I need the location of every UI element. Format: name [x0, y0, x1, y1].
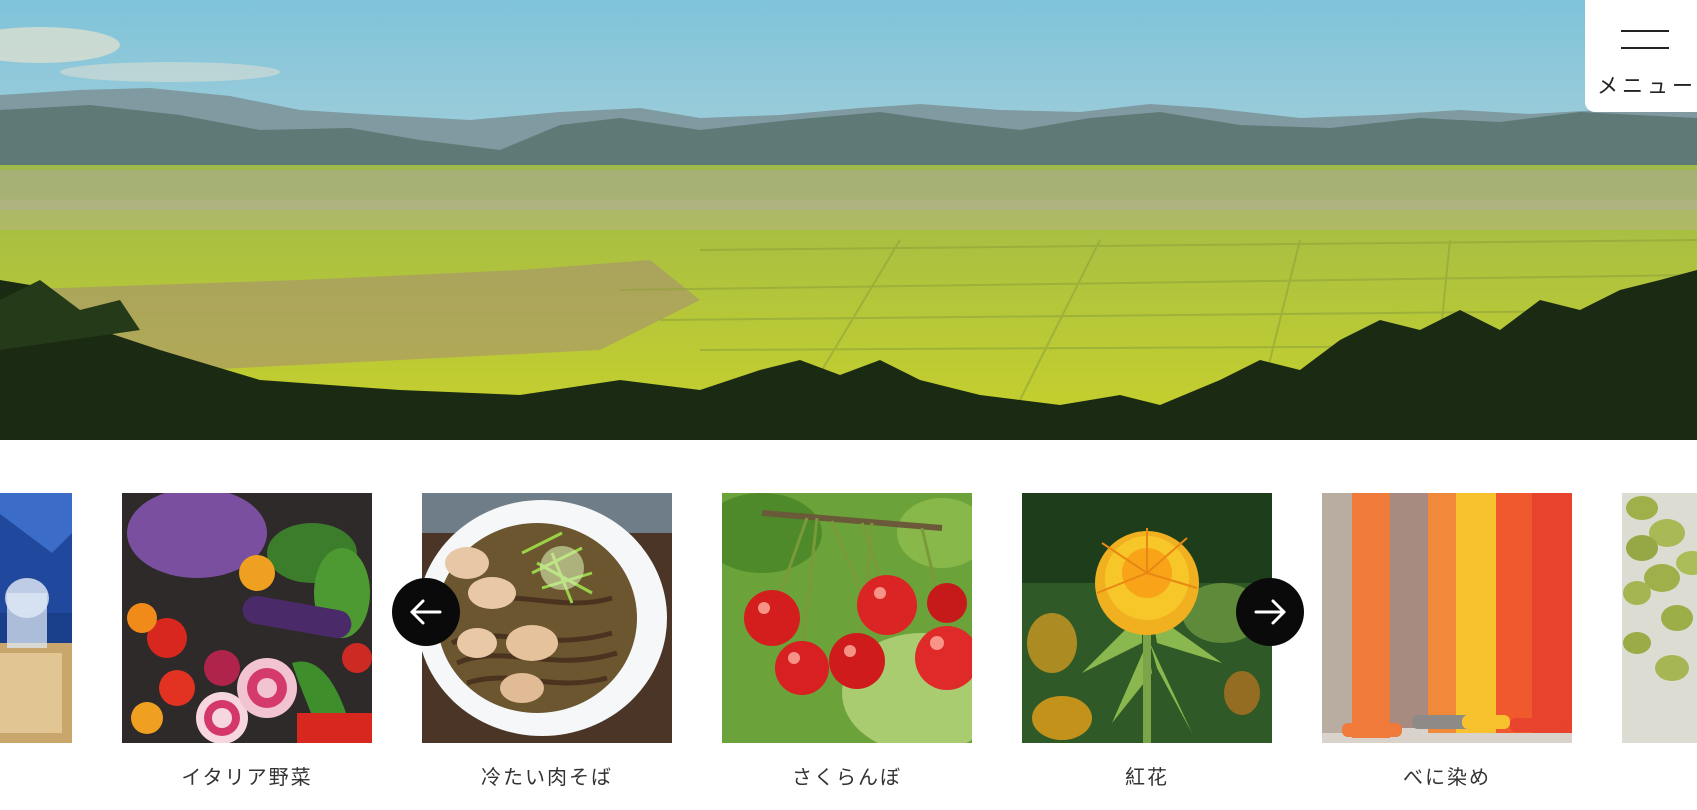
carousel-slide-sake[interactable] — [0, 493, 72, 761]
carousel: イタリア野菜 冷たい肉そば さくらんぼ 紅花 べに染め — [0, 440, 1697, 810]
carousel-next-button[interactable] — [1236, 578, 1304, 646]
menu-button[interactable]: メニュー — [1585, 0, 1697, 112]
slide-label: 冷たい肉そば — [481, 765, 613, 789]
slide-label: イタリア野菜 — [181, 765, 313, 789]
arrow-left-icon — [410, 599, 442, 625]
carousel-slide-italian-vegetables[interactable]: イタリア野菜 — [122, 493, 372, 790]
cherries-photo — [722, 493, 972, 743]
slide-label: さくらんぼ — [792, 765, 902, 789]
vegetables-photo — [122, 493, 372, 743]
menu-label: メニュー — [1597, 74, 1697, 98]
hero-image — [0, 0, 1697, 440]
carousel-prev-button[interactable] — [392, 578, 460, 646]
sake-photo — [0, 493, 72, 743]
carousel-slide-safflower[interactable]: 紅花 — [1022, 493, 1272, 790]
carousel-slide-edamame[interactable] — [1622, 493, 1697, 761]
safflower-photo — [1022, 493, 1272, 743]
hamburger-icon — [1621, 30, 1669, 50]
carousel-slide-beni-dye[interactable]: べに染め — [1322, 493, 1572, 790]
slide-label: 紅花 — [1125, 765, 1169, 789]
carousel-slide-cherries[interactable]: さくらんぼ — [722, 493, 972, 790]
edamame-photo — [1622, 493, 1697, 743]
landscape-photo — [0, 0, 1697, 440]
arrow-right-icon — [1254, 599, 1286, 625]
dyed-fabric-photo — [1322, 493, 1572, 743]
slide-label: べに染め — [1403, 765, 1491, 789]
